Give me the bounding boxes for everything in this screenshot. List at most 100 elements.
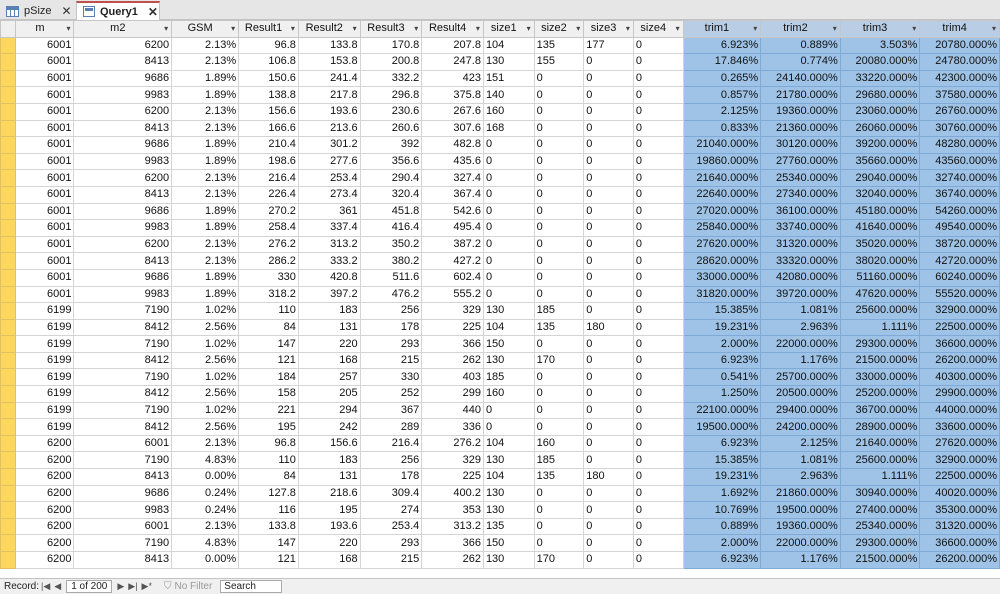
cell-result3[interactable]: 320.4 [359, 185, 423, 204]
cell-m[interactable]: 6001 [15, 185, 75, 204]
cell-size4[interactable]: 0 [632, 434, 684, 453]
cell-size2[interactable]: 0 [533, 152, 585, 171]
cell-trim4[interactable]: 54260.000% [919, 202, 1000, 221]
cell-size3[interactable]: 0 [583, 351, 634, 370]
cell-m2[interactable]: 7190 [73, 368, 173, 387]
cell-result1[interactable]: 198.6 [238, 152, 299, 171]
cell-size3[interactable]: 0 [583, 534, 634, 552]
cell-trim2[interactable]: 24140.000% [760, 69, 841, 88]
cell-m[interactable]: 6200 [15, 484, 75, 503]
cell-m2[interactable]: 6001 [73, 434, 173, 453]
record-selector[interactable] [0, 202, 17, 221]
cell-result1[interactable]: 110 [238, 451, 299, 470]
cell-size3[interactable]: 0 [583, 185, 634, 204]
cell-result3[interactable]: 332.2 [359, 69, 423, 88]
cell-result3[interactable]: 367 [359, 401, 423, 420]
cell-size1[interactable]: 0 [482, 285, 535, 304]
cell-size2[interactable]: 0 [533, 501, 585, 519]
table-row[interactable]: 6200 9686 0.24% 127.8 218.6 309.4 400.2 130 0 0 0 1… [0, 484, 1000, 503]
sort-dropdown-icon[interactable]: ▾ [912, 21, 916, 36]
cell-result3[interactable]: 451.8 [359, 202, 423, 221]
cell-gsm[interactable]: 1.89% [171, 136, 240, 154]
table-row[interactable]: 6001 9686 1.89% 330 420.8 511.6 602.4 0 0 0 0 33000… [0, 268, 1000, 287]
cell-size4[interactable]: 0 [632, 119, 684, 138]
new-record-button[interactable]: ▶* [142, 581, 152, 592]
cell-result4[interactable]: 423 [421, 69, 484, 88]
cell-size1[interactable]: 185 [482, 368, 535, 387]
cell-result2[interactable]: 220 [297, 534, 361, 552]
cell-gsm[interactable]: 0.00% [171, 468, 240, 486]
cell-trim4[interactable]: 60240.000% [919, 268, 1000, 287]
cell-result1[interactable]: 221 [238, 401, 299, 420]
cell-trim4[interactable]: 27620.000% [919, 434, 1000, 453]
cell-result3[interactable]: 200.8 [359, 53, 423, 71]
cell-size3[interactable]: 0 [583, 252, 634, 270]
cell-result3[interactable]: 253.4 [359, 517, 423, 536]
cell-result3[interactable]: 356.6 [359, 152, 423, 171]
table-row[interactable]: 6199 8412 2.56% 84 131 178 225 104 135 180 0 19.231… [0, 318, 1000, 337]
cell-size1[interactable]: 151 [482, 69, 535, 88]
cell-result4[interactable]: 555.2 [421, 285, 484, 304]
cell-m[interactable]: 6001 [15, 268, 75, 287]
cell-gsm[interactable]: 2.56% [171, 418, 240, 436]
cell-result1[interactable]: 330 [238, 268, 299, 287]
cell-size2[interactable]: 185 [533, 302, 585, 320]
cell-size3[interactable]: 0 [583, 202, 634, 221]
cell-trim1[interactable]: 27020.000% [682, 202, 762, 221]
cell-result4[interactable]: 602.4 [421, 268, 484, 287]
cell-size4[interactable]: 0 [632, 219, 684, 237]
cell-size3[interactable]: 0 [583, 102, 634, 121]
record-selector[interactable] [0, 185, 17, 204]
cell-result3[interactable]: 350.2 [359, 235, 423, 254]
cell-size3[interactable]: 0 [583, 302, 634, 320]
cell-size1[interactable]: 150 [482, 335, 535, 353]
sort-dropdown-icon[interactable]: ▾ [476, 21, 480, 36]
table-row[interactable]: 6001 8413 2.13% 226.4 273.4 320.4 367.4 0 0 0 0 226… [0, 185, 1000, 204]
cell-result1[interactable]: 110 [238, 302, 299, 320]
cell-result1[interactable]: 216.4 [238, 169, 299, 187]
cell-size2[interactable]: 0 [533, 418, 585, 436]
table-row[interactable]: 6001 6200 2.13% 96.8 133.8 170.8 207.8 104 135 17… [0, 36, 1000, 55]
cell-trim1[interactable]: 31820.000% [682, 285, 762, 304]
cell-result4[interactable]: 247.8 [421, 53, 484, 71]
cell-trim1[interactable]: 15.385% [682, 451, 762, 470]
cell-gsm[interactable]: 1.89% [171, 219, 240, 237]
tab-query1[interactable]: Query1 ✕ [76, 1, 160, 20]
cell-trim2[interactable]: 19360.000% [760, 102, 841, 121]
cell-result2[interactable]: 168 [297, 551, 361, 569]
cell-result3[interactable]: 476.2 [359, 285, 423, 304]
cell-result2[interactable]: 156.6 [297, 434, 361, 453]
cell-result4[interactable]: 262 [421, 551, 484, 569]
cell-trim1[interactable]: 15.385% [682, 302, 762, 320]
cell-trim2[interactable]: 19500.000% [760, 501, 841, 519]
record-selector[interactable] [0, 152, 17, 171]
table-row[interactable]: 6200 8413 0.00% 84 131 178 225 104 135 180 0 19.231… [0, 468, 1000, 486]
cell-trim3[interactable]: 30940.000% [839, 484, 921, 503]
cell-size3[interactable]: 0 [583, 169, 634, 187]
column-header-trim2[interactable]: trim2 ▾ [760, 20, 841, 38]
cell-size4[interactable]: 0 [632, 385, 684, 403]
cell-m[interactable]: 6001 [15, 36, 75, 55]
cell-trim1[interactable]: 21040.000% [682, 136, 762, 154]
record-selector[interactable] [0, 451, 17, 470]
cell-m2[interactable]: 8412 [73, 351, 173, 370]
cell-size4[interactable]: 0 [632, 268, 684, 287]
cell-size1[interactable]: 104 [482, 318, 535, 337]
cell-size4[interactable]: 0 [632, 318, 684, 337]
cell-gsm[interactable]: 0.24% [171, 484, 240, 503]
cell-size3[interactable]: 0 [583, 335, 634, 353]
record-selector[interactable] [0, 517, 17, 536]
cell-gsm[interactable]: 1.89% [171, 152, 240, 171]
table-row[interactable]: 6001 9983 1.89% 258.4 337.4 416.4 495.4 0 0 0 0 258… [0, 219, 1000, 237]
cell-result2[interactable]: 153.8 [297, 53, 361, 71]
cell-trim2[interactable]: 25700.000% [760, 368, 841, 387]
cell-trim1[interactable]: 27620.000% [682, 235, 762, 254]
cell-size1[interactable]: 160 [482, 102, 535, 121]
cell-size4[interactable]: 0 [632, 252, 684, 270]
cell-result2[interactable]: 241.4 [297, 69, 361, 88]
cell-size2[interactable]: 135 [533, 468, 585, 486]
cell-trim4[interactable]: 49540.000% [919, 219, 1000, 237]
cell-m[interactable]: 6001 [15, 219, 75, 237]
cell-trim1[interactable]: 6.923% [682, 351, 762, 370]
cell-size4[interactable]: 0 [632, 401, 684, 420]
